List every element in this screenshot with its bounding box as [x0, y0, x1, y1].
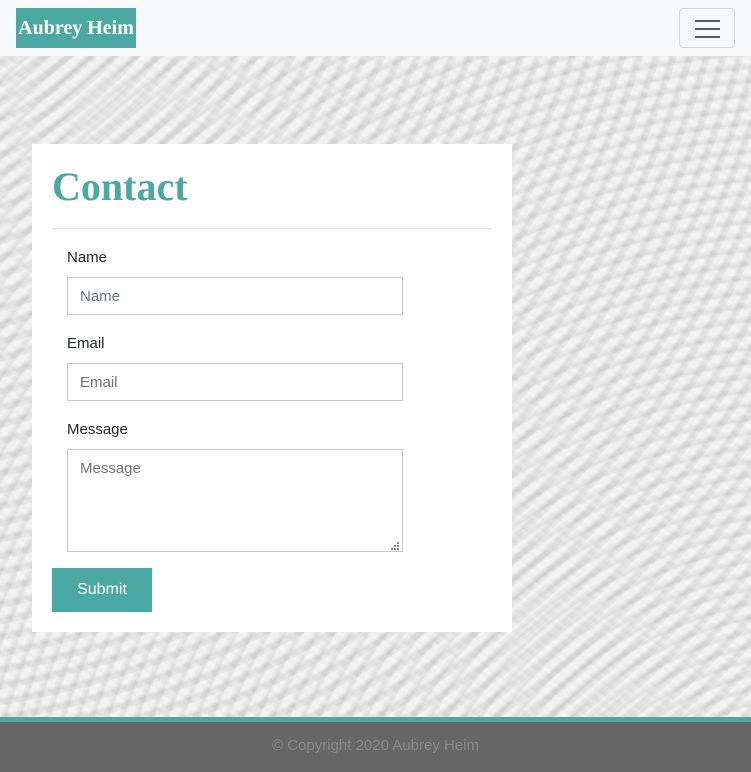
copyright-text: © Copyright 2020 Aubrey Heim: [272, 737, 479, 754]
navbar: Aubrey Heim: [0, 0, 751, 56]
message-textarea[interactable]: [67, 449, 403, 552]
navbar-toggler-button[interactable]: [679, 8, 735, 48]
title-divider: [52, 228, 492, 229]
contact-card: Contact Name Email Message Submit: [32, 144, 512, 632]
email-input[interactable]: [67, 363, 403, 401]
message-label: Message: [67, 421, 128, 438]
name-input[interactable]: [67, 277, 403, 315]
footer: © Copyright 2020 Aubrey Heim: [0, 722, 751, 772]
hamburger-menu-icon: [695, 19, 720, 39]
submit-button[interactable]: Submit: [52, 568, 152, 612]
name-label: Name: [67, 249, 108, 266]
page-title: Contact: [52, 164, 188, 209]
resize-grip-icon[interactable]: [390, 541, 400, 551]
brand-logo[interactable]: Aubrey Heim: [16, 8, 136, 48]
email-label: Email: [67, 335, 105, 352]
